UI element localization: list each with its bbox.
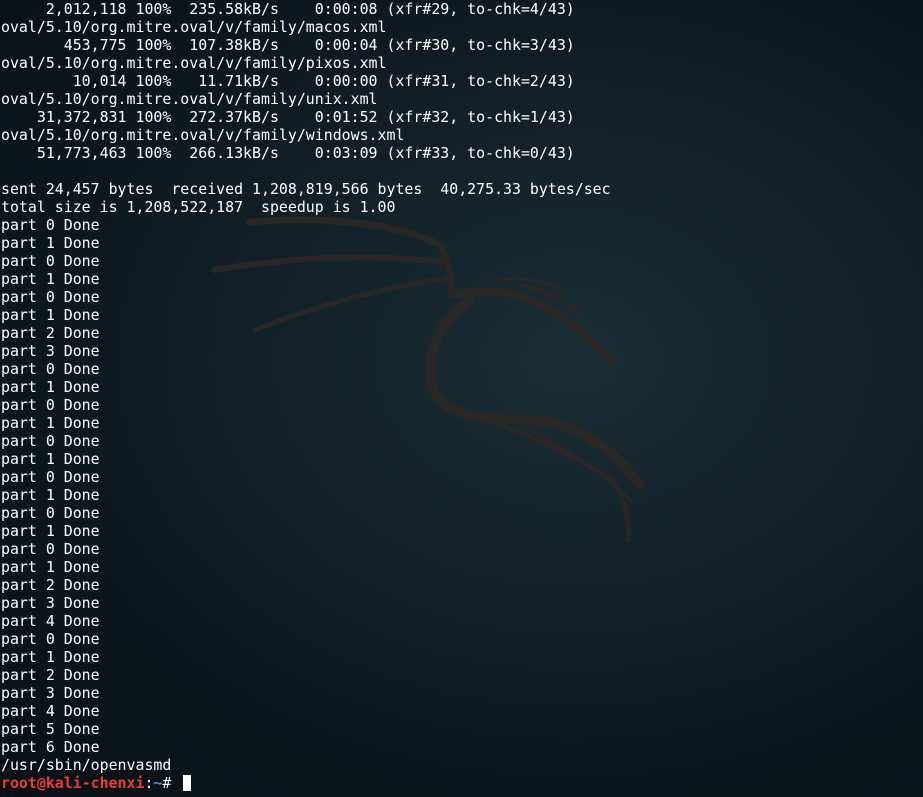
terminal-line: part 0 Done (1, 360, 100, 378)
terminal-line: part 0 Done (1, 540, 100, 558)
prompt-symbol: # (162, 774, 181, 792)
terminal-line: part 0 Done (1, 468, 100, 486)
prompt-user-host: root@kali-chenxi (1, 774, 145, 792)
terminal-line: part 2 Done (1, 324, 100, 342)
terminal-line: part 3 Done (1, 684, 100, 702)
terminal-line: 2,012,118 100% 235.58kB/s 0:00:08 (xfr#2… (1, 0, 575, 18)
terminal-line: part 1 Done (1, 450, 100, 468)
terminal-line: part 5 Done (1, 720, 100, 738)
terminal-line: part 3 Done (1, 342, 100, 360)
terminal-line: part 4 Done (1, 702, 100, 720)
terminal-line: part 0 Done (1, 432, 100, 450)
terminal-line: part 1 Done (1, 306, 100, 324)
terminal-line: oval/5.10/org.mitre.oval/v/family/macos.… (1, 18, 387, 36)
terminal-line: part 1 Done (1, 648, 100, 666)
shell-prompt[interactable]: root@kali-chenxi:~# (1, 774, 921, 792)
terminal-line: part 1 Done (1, 378, 100, 396)
terminal-line: part 0 Done (1, 630, 100, 648)
terminal-line: part 0 Done (1, 288, 100, 306)
terminal-line: 10,014 100% 11.71kB/s 0:00:00 (xfr#31, t… (1, 72, 575, 90)
terminal-line: part 0 Done (1, 252, 100, 270)
terminal-line: part 1 Done (1, 486, 100, 504)
terminal-line: oval/5.10/org.mitre.oval/v/family/pixos.… (1, 54, 387, 72)
text-cursor[interactable] (183, 775, 192, 791)
terminal-line: part 1 Done (1, 558, 100, 576)
terminal-line: part 2 Done (1, 576, 100, 594)
terminal-line: part 3 Done (1, 594, 100, 612)
terminal-line: part 2 Done (1, 666, 100, 684)
terminal-line: oval/5.10/org.mitre.oval/v/family/unix.x… (1, 90, 378, 108)
terminal-line: part 4 Done (1, 612, 100, 630)
terminal-line: part 6 Done (1, 738, 100, 756)
terminal-line: sent 24,457 bytes received 1,208,819,566… (1, 180, 611, 198)
terminal-line: part 1 Done (1, 414, 100, 432)
terminal-line: /usr/sbin/openvasmd (1, 756, 172, 774)
terminal-line: part 1 Done (1, 522, 100, 540)
terminal-line: total size is 1,208,522,187 speedup is 1… (1, 198, 396, 216)
terminal-line: 31,372,831 100% 272.37kB/s 0:01:52 (xfr#… (1, 108, 575, 126)
terminal-line: part 0 Done (1, 504, 100, 522)
terminal-line: oval/5.10/org.mitre.oval/v/family/window… (1, 126, 405, 144)
terminal-line: part 1 Done (1, 270, 100, 288)
terminal-line: 51,773,463 100% 266.13kB/s 0:03:09 (xfr#… (1, 144, 575, 162)
terminal-line: 453,775 100% 107.38kB/s 0:00:04 (xfr#30,… (1, 36, 575, 54)
terminal-line: part 1 Done (1, 234, 100, 252)
terminal-line: part 0 Done (1, 396, 100, 414)
terminal-output[interactable]: 2,012,118 100% 235.58kB/s 0:00:08 (xfr#2… (1, 0, 921, 792)
terminal-line: part 0 Done (1, 216, 100, 234)
